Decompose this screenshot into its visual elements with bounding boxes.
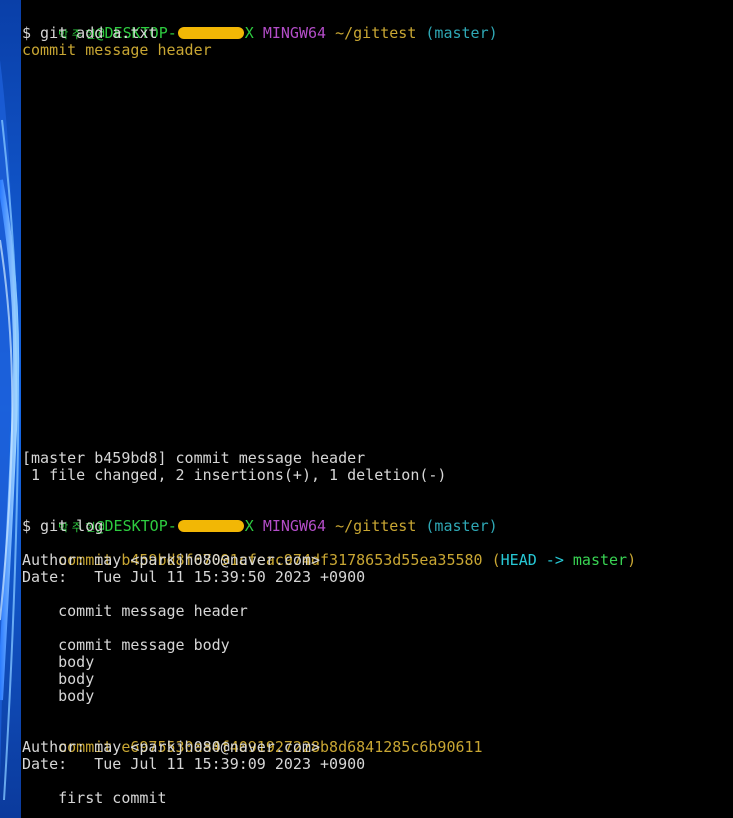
log-message-line: body bbox=[22, 687, 95, 705]
log-commit-line: commit e6975530aa4f4091927228b8d6841285c… bbox=[22, 722, 482, 756]
ref-close: ) bbox=[627, 551, 637, 569]
log-message-line: commit message header bbox=[22, 602, 248, 620]
prompt-path: ~/gittest bbox=[335, 517, 417, 535]
log-commit-line: commit b459bd8f67091cfeac974df3178653d55… bbox=[22, 535, 636, 569]
ref-head: HEAD -> bbox=[500, 551, 573, 569]
wallpaper-bloom-icon bbox=[0, 0, 21, 818]
prompt-branch: (master) bbox=[425, 517, 498, 535]
echo-output: commit message header bbox=[22, 41, 212, 59]
log-message-line: body bbox=[22, 670, 95, 688]
prompt-shell: MINGW64 bbox=[262, 517, 327, 535]
terminal-window[interactable]: 박 주 현@DESKTOP- X MINGW64 ~/gittest (maste… bbox=[21, 0, 733, 818]
shell-prompt: 박 주 현@DESKTOP- X MINGW64 ~/gittest (maste… bbox=[22, 501, 498, 535]
commit-result-summary: [master b459bd8] commit message header bbox=[22, 449, 366, 467]
log-message-line: body bbox=[22, 653, 95, 671]
ref-branch: master bbox=[572, 551, 628, 569]
log-date: Date: Tue Jul 11 15:39:09 2023 +0900 bbox=[22, 755, 366, 773]
prompt-shell: MINGW64 bbox=[262, 24, 327, 42]
prompt-path: ~/gittest bbox=[335, 24, 417, 42]
shell-prompt: 박 주 현@DESKTOP- X MINGW64 ~/gittest (maste… bbox=[22, 8, 498, 42]
prompt-host-suffix: X bbox=[244, 24, 254, 42]
prompt-branch: (master) bbox=[425, 24, 498, 42]
redaction-mark bbox=[177, 27, 244, 39]
ref-open: ( bbox=[491, 551, 501, 569]
commit-result-stats: 1 file changed, 2 insertions(+), 1 delet… bbox=[22, 466, 447, 484]
command-line: $ git add a.txt bbox=[22, 24, 158, 42]
desktop-wallpaper bbox=[0, 0, 21, 818]
prompt-host: @DESKTOP- bbox=[95, 517, 177, 535]
command-line: $ git log bbox=[22, 517, 104, 535]
log-date: Date: Tue Jul 11 15:39:50 2023 +0900 bbox=[22, 568, 366, 586]
prompt-host-suffix: X bbox=[244, 517, 254, 535]
log-author: Author: may <parkjh080@naver.com> bbox=[22, 551, 321, 569]
log-message-line: first commit bbox=[22, 789, 167, 807]
log-author: Author: may <parkjh080@naver.com> bbox=[22, 738, 321, 756]
log-message-line: commit message body bbox=[22, 636, 230, 654]
redaction-mark bbox=[177, 520, 244, 532]
